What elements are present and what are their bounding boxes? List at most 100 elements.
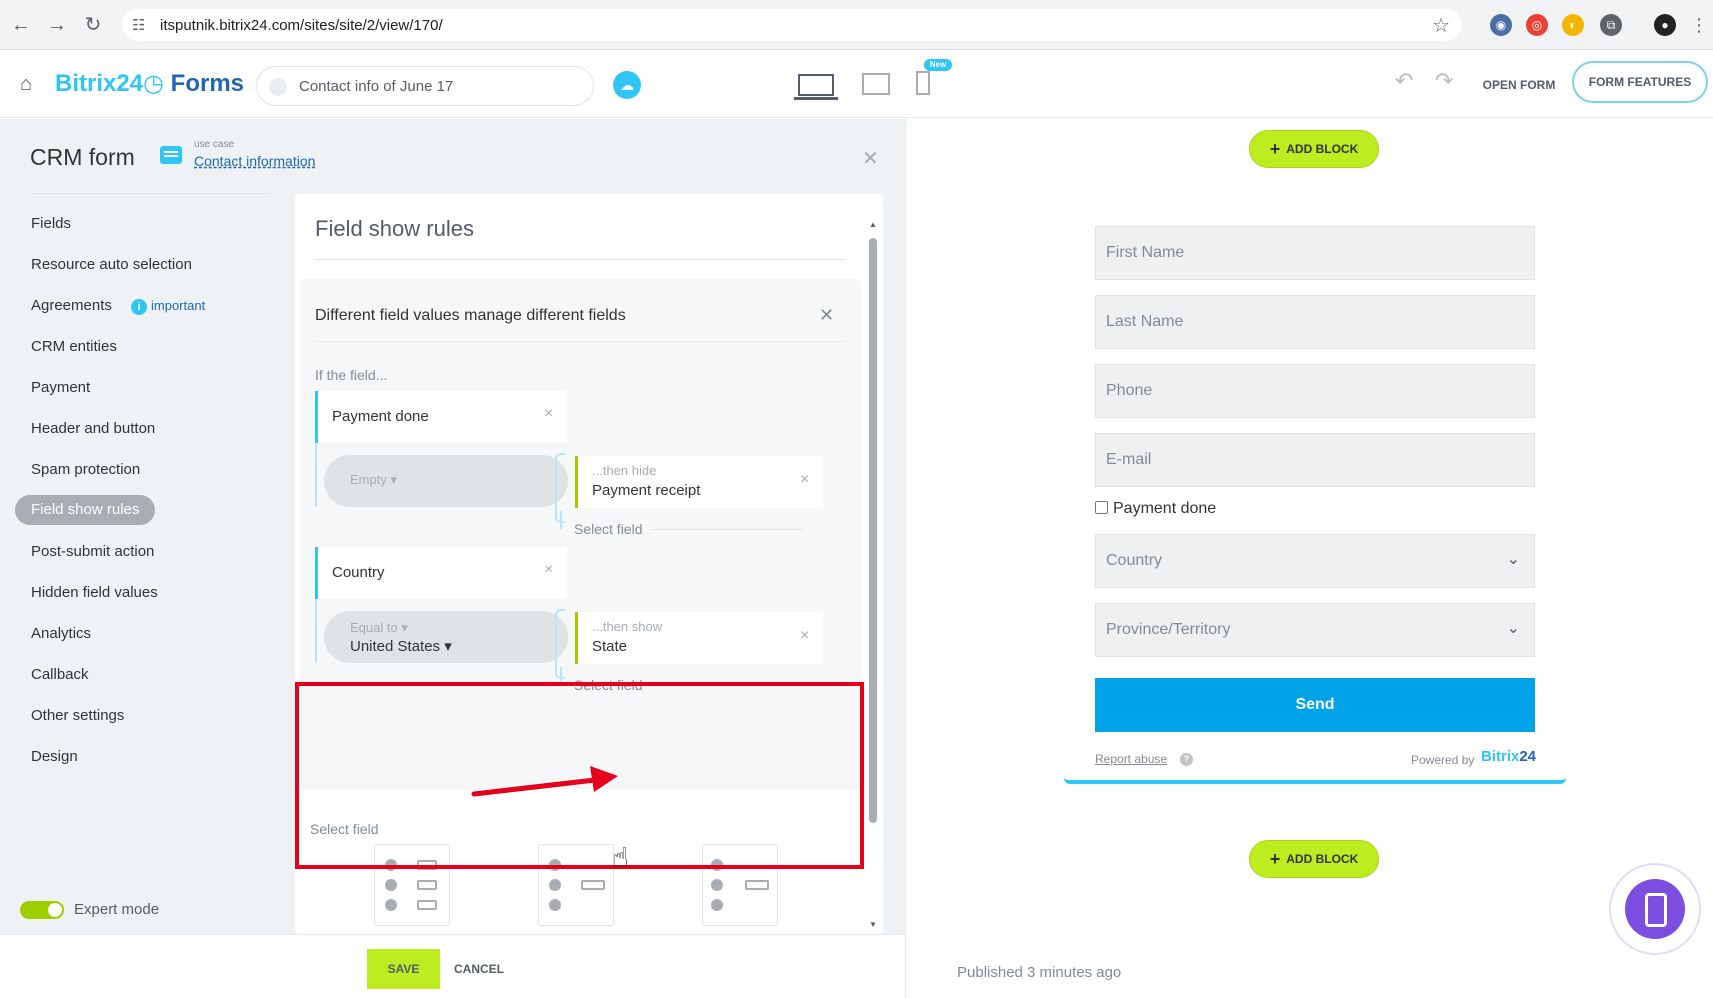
hand-cursor-icon: ☝ — [612, 842, 630, 873]
last-name-field[interactable]: Last Name — [1095, 295, 1535, 349]
mobile-preview-widget[interactable] — [1609, 863, 1701, 955]
desktop-view-icon[interactable] — [794, 74, 838, 100]
report-abuse-link[interactable]: Report abuse — [1095, 752, 1167, 766]
first-name-field[interactable]: First Name — [1095, 226, 1535, 280]
payment-done-checkbox-row[interactable]: Payment done — [1095, 500, 1216, 518]
rule2-value-op-text: Equal to — [350, 620, 398, 635]
close-panel-icon[interactable]: ✕ — [862, 146, 879, 171]
sidebar-item-field-show-rules[interactable]: Field show rules — [15, 495, 155, 525]
form-title-field[interactable]: Contact info of June 17 — [256, 66, 594, 106]
form-bottom-border — [1064, 778, 1566, 784]
sidebar-item-resource-auto-selection[interactable]: Resource auto selection — [15, 244, 275, 285]
sidebar-item-header-and-button[interactable]: Header and button — [15, 408, 275, 449]
back-icon[interactable]: ← — [8, 12, 34, 38]
rule2-action-card[interactable]: ...then show State × — [575, 612, 823, 664]
rule2-value-operator: Equal to ▾ — [350, 620, 408, 635]
cancel-button[interactable]: CANCEL — [452, 949, 506, 989]
rule1-value-operator: Empty ▾ — [350, 472, 397, 487]
mobile-phone-icon — [1625, 879, 1685, 939]
rule1-remove-field-icon[interactable]: × — [544, 405, 553, 423]
sidebar-item-design[interactable]: Design — [15, 736, 275, 777]
rule2-remove-action-icon[interactable]: × — [800, 627, 809, 645]
mobile-view-icon[interactable] — [916, 71, 930, 95]
form-features-button[interactable]: FORM FEATURES — [1572, 61, 1708, 103]
rule1-value-select[interactable]: Empty ▾ — [324, 455, 568, 507]
scroll-up-icon[interactable]: ▲ — [869, 220, 877, 229]
sidebar-item-fields[interactable]: Fields — [15, 203, 275, 244]
brand-logo: Bitrix24◷ Forms — [55, 70, 245, 97]
rule2-field-label: Country — [332, 564, 385, 581]
sidebar-item-post-submit-action[interactable]: Post-submit action — [15, 531, 275, 572]
rule2-value-select[interactable]: Equal to ▾ United States ▾ — [324, 611, 568, 663]
expert-mode-toggle[interactable] — [20, 901, 64, 919]
settings-panel: CRM form use case Contact information ✕ … — [0, 119, 905, 934]
province-select[interactable]: Province/Territory ⌄ — [1095, 603, 1535, 657]
add-block-button-top[interactable]: + ADD BLOCK — [1249, 130, 1379, 168]
brand-product: Forms — [170, 70, 245, 97]
sidebar-item-callback[interactable]: Callback — [15, 654, 275, 695]
phone-field[interactable]: Phone — [1095, 364, 1535, 418]
extension-2-icon[interactable]: ◎ — [1526, 14, 1548, 36]
rule1-remove-action-icon[interactable]: × — [800, 471, 809, 489]
add-block-button-bottom[interactable]: + ADD BLOCK — [1249, 840, 1379, 878]
sidebar-item-other-settings[interactable]: Other settings — [15, 695, 275, 736]
sidebar-item-agreements[interactable]: Agreements i important — [15, 285, 275, 326]
extensions-puzzle-icon[interactable]: ⧉ — [1600, 14, 1622, 36]
payment-done-label: Payment done — [1113, 500, 1217, 517]
rule2-condition-field[interactable]: Country × — [315, 547, 567, 599]
rule1-condition-field[interactable]: Payment done × — [315, 391, 567, 443]
use-case-icon — [160, 146, 182, 164]
reload-icon[interactable]: ↻ — [80, 12, 106, 38]
scrollbar-thumb[interactable] — [869, 238, 877, 823]
rule-block-title: Different field values manage different … — [315, 307, 626, 324]
cloud-save-icon[interactable]: ☁ — [613, 71, 641, 99]
sidebar-nav: Fields Resource auto selection Agreement… — [15, 203, 275, 777]
sidebar-item-payment[interactable]: Payment — [15, 367, 275, 408]
rule1-action-card[interactable]: ...then hide Payment receipt × — [575, 456, 823, 508]
remove-rule-block-icon[interactable]: ✕ — [819, 305, 834, 326]
sidebar-item-crm-entities[interactable]: CRM entities — [15, 326, 275, 367]
panel-title: CRM form — [30, 144, 135, 170]
open-form-button[interactable]: OPEN FORM — [1474, 71, 1564, 99]
bookmark-star-icon[interactable]: ☆ — [1432, 13, 1450, 38]
save-button[interactable]: SAVE — [367, 949, 440, 989]
extension-3-icon[interactable]: ◐ — [1562, 14, 1584, 36]
powered-by-brand[interactable]: Bitrix24 — [1481, 748, 1536, 765]
redo-icon[interactable]: ↷ — [1435, 68, 1453, 94]
site-settings-icon[interactable]: ☷ — [132, 16, 145, 34]
tablet-view-icon[interactable] — [862, 73, 890, 95]
home-icon[interactable]: ⌂ — [20, 73, 32, 96]
email-field[interactable]: E-mail — [1095, 433, 1535, 487]
sidebar-item-spam-protection[interactable]: Spam protection — [15, 449, 275, 490]
rule2-target-field: State — [592, 638, 628, 655]
payment-done-checkbox[interactable] — [1095, 501, 1108, 514]
powered-brand-name: Bitrix — [1481, 748, 1520, 765]
annotation-arrow-icon — [471, 766, 618, 797]
plus-icon: + — [1269, 139, 1281, 159]
use-case-link[interactable]: Contact information — [194, 153, 315, 169]
chevron-down-icon: ⌄ — [1506, 551, 1520, 568]
country-select[interactable]: Country ⌄ — [1095, 534, 1535, 588]
important-badge[interactable]: i important — [131, 285, 205, 326]
forward-icon[interactable]: → — [44, 12, 70, 38]
rules-scrollbar[interactable]: ▲ ▼ — [869, 220, 877, 929]
address-bar[interactable]: ☷ itsputnik.bitrix24.com/sites/site/2/vi… — [122, 9, 1462, 41]
rule2-remove-field-icon[interactable]: × — [544, 561, 553, 579]
new-badge: New — [924, 59, 952, 71]
scroll-down-icon[interactable]: ▼ — [869, 920, 877, 929]
add-block-label: ADD BLOCK — [1286, 852, 1359, 866]
sidebar-item-analytics[interactable]: Analytics — [15, 613, 275, 654]
undo-icon[interactable]: ↶ — [1395, 68, 1413, 94]
rules-title: Field show rules — [315, 216, 474, 241]
send-button[interactable]: Send — [1095, 678, 1535, 732]
nav-divider — [30, 193, 270, 194]
sidebar-item-hidden-field-values[interactable]: Hidden field values — [15, 572, 275, 613]
rule1-select-field-link[interactable]: Select field — [574, 521, 642, 537]
help-icon[interactable]: ? — [1180, 753, 1193, 766]
rule1-target-field: Payment receipt — [592, 482, 701, 499]
province-placeholder: Province/Territory — [1106, 621, 1231, 638]
chevron-down-icon: ⌄ — [1506, 620, 1520, 637]
extension-1-icon[interactable]: ◉ — [1490, 14, 1512, 36]
browser-menu-icon[interactable]: ⋮ — [1688, 14, 1710, 36]
profile-avatar[interactable]: ● — [1654, 14, 1676, 36]
